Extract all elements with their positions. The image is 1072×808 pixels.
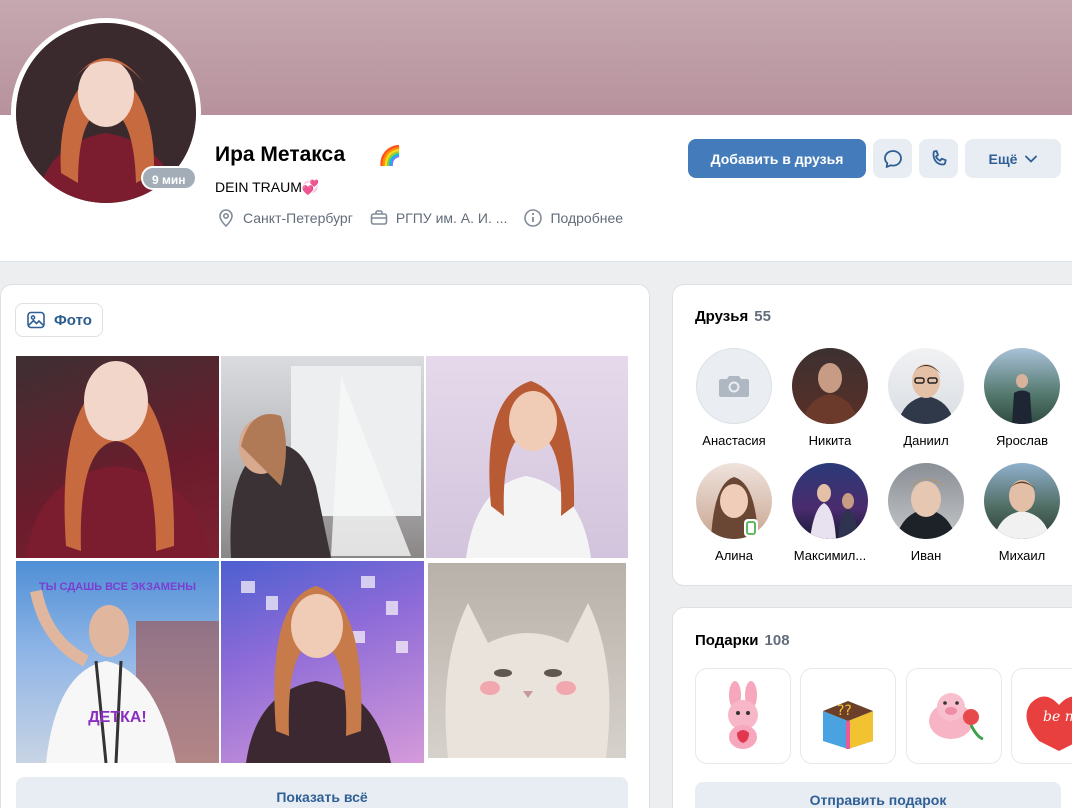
friends-count: 55 [754,308,771,325]
status-text: DEIN TRAUM [215,179,302,195]
rainbow-emoji-icon: 🌈 [378,146,402,167]
photo-6-cat[interactable] [428,563,626,758]
friend-item[interactable]: Ярослав [974,348,1070,448]
info-more[interactable]: Подробнее [523,208,623,228]
hearts-emoji-icon: 💞 [301,179,320,195]
briefcase-icon [370,210,388,225]
avatar [888,348,964,424]
friend-item[interactable]: Никита [782,348,878,448]
photo-4-meme[interactable]: ТЫ СДАШЬ ВСЕ ЭКЗАМЕНЫ ДЕТКА! [16,561,219,763]
chevron-down-icon [1025,155,1038,163]
show-all-photos-button[interactable]: Показать всё [16,777,628,808]
friend-name: Никита [808,433,852,448]
friend-name: Максимил... [793,548,867,563]
gift-mystery-box[interactable]: ?? [800,668,896,764]
avatar [696,463,772,539]
more-label: Ещё [988,150,1018,167]
gifts-card: Подарки 108 ?? be mi Отправить подарок [672,607,1072,808]
friend-name: Даниил [903,433,949,448]
mobile-online-icon [744,519,758,537]
photos-card: Фото ТЫ СДАШЬ ВСЕ ЭКЗАМЕНЫ ДЕТКА! Показа… [0,284,650,808]
friend-item[interactable]: Михаил [974,463,1070,563]
avatar [984,463,1060,539]
photo-3[interactable] [426,356,628,558]
message-button[interactable] [873,139,912,178]
online-badge: 9 мин [141,166,197,190]
more-button[interactable]: Ещё [965,139,1061,178]
profile-status: DEIN TRAUM💞 [215,179,319,196]
message-icon [883,149,902,168]
photo-2[interactable] [221,356,424,558]
avatar [984,348,1060,424]
call-button[interactable] [919,139,958,178]
meme-top-text: ТЫ СДАШЬ ВСЕ ЭКЗАМЕНЫ [39,581,196,593]
friend-item[interactable]: Максимил... [782,463,878,563]
tab-photos[interactable]: Фото [15,303,103,337]
avatar [792,348,868,424]
friends-card: Друзья 55 Анастасия Никита Даниил Ярослав… [672,284,1072,586]
city-text: Санкт-Петербург [243,210,353,226]
friend-name: Михаил [998,548,1046,563]
friend-item[interactable]: Даниил [878,348,974,448]
friends-title-text: Друзья [695,308,749,325]
photo-grid: ТЫ СДАШЬ ВСЕ ЭКЗАМЕНЫ ДЕТКА! [16,356,628,764]
friend-item[interactable]: Алина [686,463,782,563]
meme-bottom-text: ДЕТКА! [88,709,147,726]
send-gift-button[interactable]: Отправить подарок [695,782,1061,808]
phone-icon [932,149,947,165]
friend-name: Ярослав [995,433,1049,448]
svg-text:be mi: be mi [1043,709,1072,725]
gift-pig[interactable] [906,668,1002,764]
tab-photos-label: Фото [54,311,92,329]
friend-item[interactable]: Иван [878,463,974,563]
info-icon [524,209,543,227]
education-text: РГПУ им. А. И. ... [395,210,508,226]
image-icon [27,311,45,329]
gift-bunny[interactable] [695,668,791,764]
profile-name: Ира Метакса [215,143,346,166]
photo-1[interactable] [16,356,219,558]
friend-name: Иван [910,548,942,563]
gift-heart[interactable]: be mi [1011,668,1072,764]
info-city[interactable]: Санкт-Петербург [216,208,353,228]
friends-title[interactable]: Друзья 55 [695,308,771,325]
photo-5[interactable] [221,561,424,763]
location-icon [219,209,233,228]
more-info-link: Подробнее [550,210,624,226]
avatar [888,463,964,539]
gifts-count: 108 [764,632,790,649]
camera-icon [696,348,772,424]
avatar [792,463,868,539]
info-education[interactable]: РГПУ им. А. И. ... [369,208,508,228]
svg-text:??: ?? [837,703,852,719]
friend-name: Алина [715,548,753,563]
friend-item[interactable]: Анастасия [686,348,782,448]
add-friend-button[interactable]: Добавить в друзья [688,139,866,178]
friend-name: Анастасия [702,433,766,448]
profile-info-row: Санкт-Петербург РГПУ им. А. И. ... Подро… [216,208,623,228]
gifts-title-text: Подарки [695,632,759,649]
gifts-title[interactable]: Подарки 108 [695,632,790,649]
